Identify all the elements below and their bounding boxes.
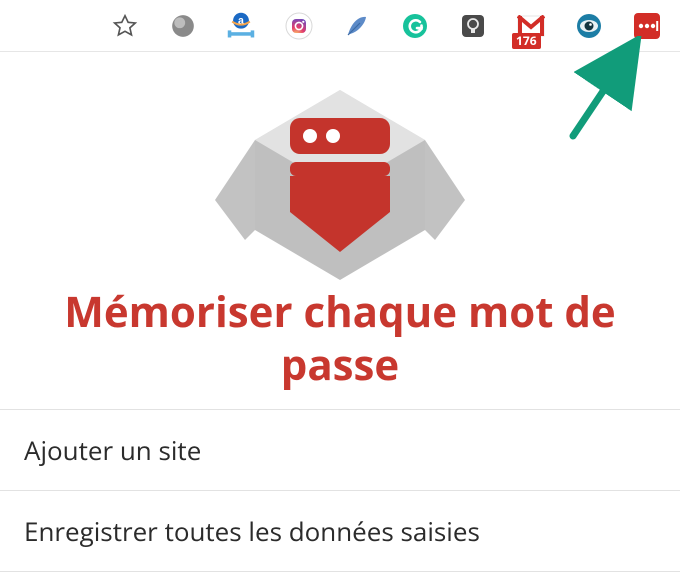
extension-toolbar: a bbox=[0, 0, 680, 52]
menu-list: Ajouter un site Enregistrer toutes les d… bbox=[0, 409, 680, 572]
bookmark-star-button[interactable] bbox=[110, 11, 140, 41]
menu-item-add-site[interactable]: Ajouter un site bbox=[0, 409, 680, 490]
menu-item-save-all-data[interactable]: Enregistrer toutes les données saisies bbox=[0, 490, 680, 572]
sphere-extension-button[interactable] bbox=[168, 11, 198, 41]
grammarly-extension-button[interactable] bbox=[400, 11, 430, 41]
gmail-extension-button[interactable]: 176 bbox=[516, 11, 546, 41]
sphere-icon bbox=[170, 13, 196, 39]
gmail-badge: 176 bbox=[512, 33, 541, 49]
lastpass-extension-button[interactable] bbox=[632, 11, 662, 41]
hero-title: Mémoriser chaque mot de passe bbox=[0, 286, 680, 391]
menu-item-label: Enregistrer toutes les données saisies bbox=[24, 513, 480, 549]
idea-icon bbox=[460, 13, 486, 39]
amazon-extension-button[interactable]: a bbox=[226, 11, 256, 41]
amazon-icon: a bbox=[226, 9, 256, 43]
lastpass-vault-illustration bbox=[195, 80, 485, 280]
eye-extension-button[interactable] bbox=[574, 11, 604, 41]
grammarly-icon bbox=[401, 12, 429, 40]
menu-item-label: Ajouter un site bbox=[24, 432, 201, 468]
idea-extension-button[interactable] bbox=[458, 11, 488, 41]
feather-icon bbox=[343, 12, 371, 40]
instagram-icon bbox=[285, 12, 313, 40]
star-icon bbox=[112, 13, 138, 39]
eye-icon bbox=[575, 12, 603, 40]
feather-extension-button[interactable] bbox=[342, 11, 372, 41]
hero-section: Mémoriser chaque mot de passe bbox=[0, 52, 680, 391]
instagram-extension-button[interactable] bbox=[284, 11, 314, 41]
lastpass-icon bbox=[633, 12, 661, 40]
